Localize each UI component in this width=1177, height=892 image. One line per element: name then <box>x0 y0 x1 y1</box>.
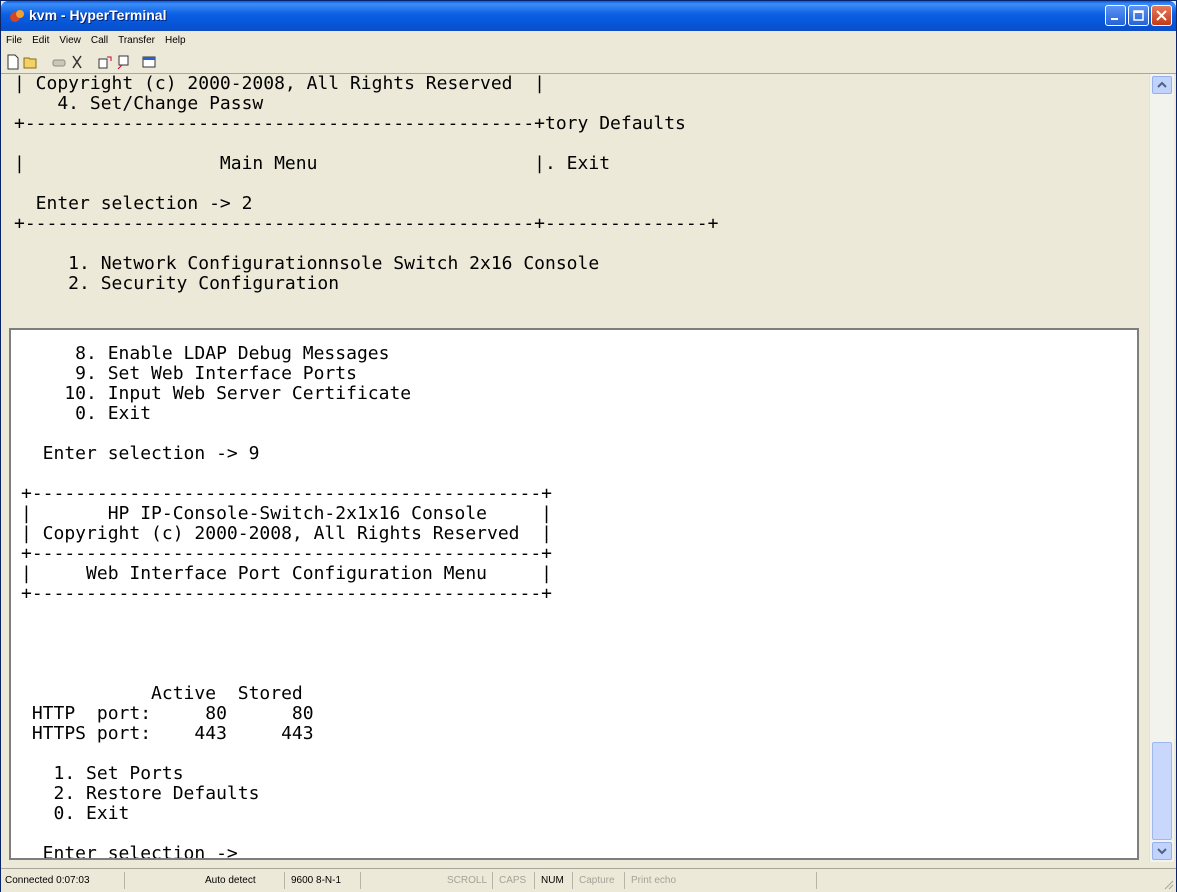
front-line: Active Stored <box>21 683 303 704</box>
close-button[interactable] <box>1151 5 1172 26</box>
scroll-up-button[interactable] <box>1152 76 1172 94</box>
terminal-area[interactable]: | Copyright (c) 2000-2008, All Rights Re… <box>4 74 1149 862</box>
front-line <box>21 644 552 664</box>
front-line: 2. Restore Defaults <box>21 783 260 804</box>
receive-icon[interactable] <box>115 54 131 70</box>
bg-line: 1. Network Configurationnsole Switch 2x1… <box>14 253 600 274</box>
status-print-echo: Print echo <box>627 872 817 889</box>
front-line: | Copyright (c) 2000-2008, All Rights Re… <box>21 523 553 544</box>
front-line <box>21 664 552 684</box>
front-line: 9. Set Web Interface Ports <box>21 363 357 384</box>
front-line <box>21 624 552 644</box>
front-line <box>21 604 552 624</box>
maximize-icon <box>1133 10 1144 21</box>
front-line <box>21 824 552 844</box>
front-line: HTTPS port: 443 443 <box>21 723 314 744</box>
toolbar <box>1 51 1176 74</box>
status-connected: Connected 0:07:03 <box>1 872 125 889</box>
menu-view[interactable]: View <box>54 31 86 46</box>
front-line: +---------------------------------------… <box>21 583 553 604</box>
front-line: 1. Set Ports <box>21 763 184 784</box>
front-line: +---------------------------------------… <box>21 543 553 564</box>
status-capture: Capture <box>575 872 625 889</box>
status-detect: Auto detect <box>201 872 285 889</box>
front-line <box>21 464 552 484</box>
status-bar: Connected 0:07:03 Auto detect 9600 8-N-1… <box>1 868 1176 892</box>
front-line: 0. Exit <box>21 403 152 424</box>
front-line: | Web Interface Port Configuration Menu … <box>21 563 553 584</box>
minimize-icon <box>1111 18 1118 20</box>
menu-call[interactable]: Call <box>86 31 113 46</box>
terminal-overlay-panel[interactable]: 8. Enable LDAP Debug Messages 9. Set Web… <box>9 328 1139 860</box>
terminal-foreground-text: 8. Enable LDAP Debug Messages 9. Set Web… <box>21 343 553 860</box>
status-caps: CAPS <box>495 872 535 889</box>
terminal-background-text: | Copyright (c) 2000-2008, All Rights Re… <box>14 74 718 294</box>
bg-line: +---------------------------------------… <box>14 113 686 134</box>
front-line: 8. Enable LDAP Debug Messages <box>21 343 390 364</box>
front-line <box>21 424 552 444</box>
front-line <box>21 744 552 764</box>
menu-transfer[interactable]: Transfer <box>113 31 160 46</box>
bg-line <box>14 174 718 194</box>
front-line: 0. Exit <box>21 803 130 824</box>
resize-grip-icon[interactable] <box>1162 878 1174 890</box>
bg-line: | Main Menu |. Exit <box>14 153 611 174</box>
chevron-up-icon <box>1157 81 1167 88</box>
bg-line: | Copyright (c) 2000-2008, All Rights Re… <box>14 74 546 94</box>
menu-bar: File Edit View Call Transfer Help <box>1 31 1176 51</box>
scroll-thumb[interactable] <box>1152 742 1172 840</box>
front-line: Enter selection -> 9 <box>21 443 260 464</box>
bg-line: 4. Set/Change Passw <box>14 93 264 114</box>
menu-help[interactable]: Help <box>160 31 191 46</box>
menu-file[interactable]: File <box>1 31 27 46</box>
disconnect-icon[interactable] <box>69 54 85 70</box>
hyperterminal-window: kvm - HyperTerminal File Edit View Call Tran… <box>0 0 1177 892</box>
status-settings: 9600 8-N-1 <box>287 872 361 889</box>
bg-line <box>14 134 718 154</box>
maximize-button[interactable] <box>1128 5 1149 26</box>
properties-icon[interactable] <box>141 54 157 70</box>
front-line: +---------------------------------------… <box>21 483 553 504</box>
open-icon[interactable] <box>23 54 39 70</box>
title-bar[interactable]: kvm - HyperTerminal <box>1 1 1176 31</box>
bg-line: Enter selection -> 2 <box>14 193 253 214</box>
status-num: NUM <box>537 872 573 889</box>
bg-line: +---------------------------------------… <box>14 213 719 234</box>
vertical-scrollbar[interactable] <box>1149 74 1174 862</box>
window-title: kvm - HyperTerminal <box>29 7 167 23</box>
hyperterminal-icon <box>10 10 24 22</box>
front-line: | HP IP-Console-Switch-2x1x16 Console | <box>21 503 553 524</box>
scroll-down-button[interactable] <box>1152 842 1172 860</box>
minimize-button[interactable] <box>1105 5 1126 26</box>
front-line: HTTP port: 80 80 <box>21 703 314 724</box>
front-line: 10. Input Web Server Certificate <box>21 383 412 404</box>
close-icon <box>1156 10 1167 21</box>
call-icon[interactable] <box>51 54 67 70</box>
new-icon[interactable] <box>5 54 21 70</box>
bg-line: 2. Security Configuration <box>14 273 340 294</box>
menu-edit[interactable]: Edit <box>27 31 54 46</box>
bg-line <box>14 234 718 254</box>
chevron-down-icon <box>1157 848 1167 855</box>
status-scroll: SCROLL <box>443 872 493 889</box>
front-line: Enter selection -> <box>21 843 238 860</box>
send-icon[interactable] <box>97 54 113 70</box>
